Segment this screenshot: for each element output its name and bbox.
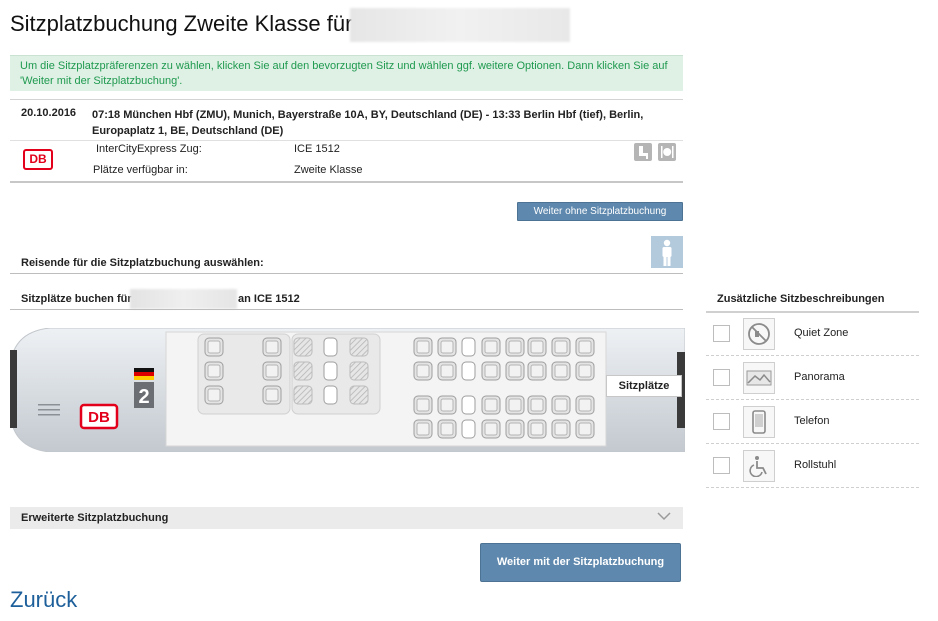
seat-cushion <box>440 422 454 436</box>
booking-train-label: an ICE 1512 <box>238 293 300 305</box>
seat-cushion <box>530 422 544 436</box>
option-panorama[interactable]: Panorama <box>706 356 919 400</box>
divider <box>10 309 683 310</box>
table-slot <box>323 361 338 381</box>
chevron-down-icon <box>657 510 671 524</box>
seat-cushion <box>484 398 498 412</box>
redacted-name <box>130 289 237 309</box>
seats-available-label: Plätze verfügbar in: <box>93 164 188 176</box>
seat-cushion <box>416 398 430 412</box>
seat-cushion <box>554 398 568 412</box>
seat[interactable] <box>349 361 369 381</box>
seat-cushion <box>265 340 279 354</box>
table-slot <box>461 361 476 381</box>
journey-date: 20.10.2016 <box>21 107 77 119</box>
seat-cushion <box>508 398 522 412</box>
journey-route: 07:18 München Hbf (ZMU), Munich, Bayerst… <box>92 109 644 137</box>
seat-cushion <box>578 398 592 412</box>
quiet-zone-icon <box>743 318 775 350</box>
phone-checkbox[interactable] <box>713 413 730 430</box>
seat-cushion <box>207 388 221 402</box>
seat-icon <box>634 143 652 161</box>
train-label: InterCityExpress Zug: <box>96 143 202 155</box>
train-value: ICE 1512 <box>294 143 340 155</box>
coach-seat-map[interactable]: 2 DB <box>10 328 685 452</box>
option-quiet-zone[interactable]: Quiet Zone <box>706 312 919 356</box>
journey-details: 20.10.2016 07:18 München Hbf (ZMU), Muni… <box>10 99 683 183</box>
seat-cushion <box>484 364 498 378</box>
table-slot <box>323 385 338 405</box>
panorama-icon <box>743 362 775 394</box>
seat-cushion <box>578 364 592 378</box>
quiet-zone-checkbox[interactable] <box>713 325 730 342</box>
seat-cushion <box>530 364 544 378</box>
seat[interactable] <box>349 337 369 357</box>
divider <box>10 273 683 274</box>
extended-booking-toggle[interactable]: Erweiterte Sitzplatzbuchung <box>10 507 683 529</box>
seat-cushion <box>508 364 522 378</box>
wheelchair-icon <box>743 450 775 482</box>
coach-db-logo: DB <box>88 409 110 426</box>
option-phone[interactable]: Telefon <box>706 400 919 444</box>
table-slot <box>461 337 476 357</box>
seat-cushion <box>265 388 279 402</box>
seat-cushion <box>530 398 544 412</box>
seat-cushion <box>554 364 568 378</box>
option-label: Rollstuhl <box>794 459 837 471</box>
seat-cushion <box>416 422 430 436</box>
option-label: Quiet Zone <box>794 327 849 339</box>
sidebar-title: Zusätzliche Sitzbeschreibungen <box>717 293 885 305</box>
seat[interactable] <box>293 361 313 381</box>
booking-for-label: Sitzplätze buchen für <box>21 293 132 305</box>
seats-available-value: Zweite Klasse <box>294 164 363 176</box>
seat-cushion <box>508 340 522 354</box>
table-slot <box>461 395 476 415</box>
seat[interactable] <box>293 385 313 405</box>
page-title: Sitzplatzbuchung Zweite Klasse für <box>10 11 353 36</box>
back-link[interactable]: Zurück <box>10 587 77 613</box>
traveller-person-icon[interactable] <box>651 236 683 268</box>
seat-cushion <box>554 340 568 354</box>
seat-cushion <box>484 422 498 436</box>
coach-class-number: 2 <box>138 386 149 408</box>
seat-cushion <box>578 422 592 436</box>
seat-cushion <box>207 340 221 354</box>
redacted-name <box>350 8 570 42</box>
seat-cushion <box>578 340 592 354</box>
seat-cushion <box>440 398 454 412</box>
continue-seat-booking-button[interactable]: Weiter mit der Sitzplatzbuchung <box>480 543 681 582</box>
option-wheelchair[interactable]: Rollstuhl <box>706 444 919 488</box>
restaurant-icon <box>658 143 676 161</box>
panorama-checkbox[interactable] <box>713 369 730 386</box>
divider <box>10 140 683 141</box>
phone-icon <box>743 406 775 438</box>
table-slot <box>323 337 338 357</box>
seat-cushion <box>416 340 430 354</box>
option-label: Telefon <box>794 415 830 427</box>
extended-booking-label: Erweiterte Sitzplatzbuchung <box>21 512 169 524</box>
info-message: Um die Sitzplatzpräferenzen zu wählen, k… <box>10 55 683 91</box>
seat-cushion <box>508 422 522 436</box>
seat[interactable] <box>293 337 313 357</box>
db-logo: DB <box>23 149 53 170</box>
seat-cushion <box>440 340 454 354</box>
seat-cushion <box>207 364 221 378</box>
seat-cushion <box>554 422 568 436</box>
seat[interactable] <box>349 385 369 405</box>
seat-cushion <box>440 364 454 378</box>
option-label: Panorama <box>794 371 845 383</box>
table-slot <box>461 419 476 439</box>
seats-tab[interactable]: Sitzplätze <box>606 375 682 397</box>
seat-cushion <box>265 364 279 378</box>
seat-cushion <box>416 364 430 378</box>
wheelchair-checkbox[interactable] <box>713 457 730 474</box>
seat-cushion <box>484 340 498 354</box>
travellers-label: Reisende für die Sitzplatzbuchung auswäh… <box>21 257 264 269</box>
skip-seat-booking-button[interactable]: Weiter ohne Sitzplatzbuchung <box>517 202 683 221</box>
seat-cushion <box>530 340 544 354</box>
